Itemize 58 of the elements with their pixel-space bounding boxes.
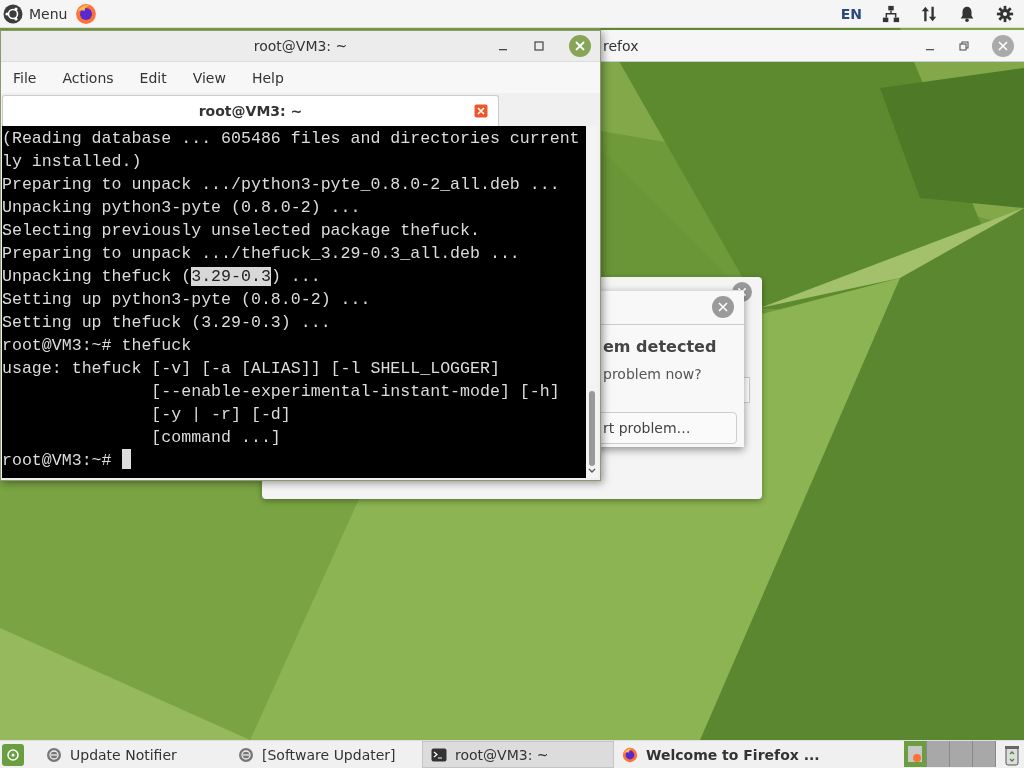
- dialog-heading: em detected: [603, 337, 717, 356]
- show-desktop-icon[interactable]: [2, 743, 24, 766]
- settings-gear-icon[interactable]: [996, 4, 1014, 23]
- terminal-line: root@VM3:~# thefuck: [2, 335, 193, 357]
- window-thumbnail-icon: [908, 744, 922, 764]
- trash-icon[interactable]: [1004, 743, 1020, 766]
- terminal-line: Setting up thefuck (3.29-0.3) ...: [2, 312, 332, 334]
- workspace-switcher[interactable]: [927, 741, 950, 767]
- terminal-tab[interactable]: root@VM3: ~: [2, 95, 499, 126]
- taskbar-item[interactable]: Welcome to Firefox ...: [614, 741, 830, 768]
- terminal-line: Selecting previously unselected package thefuck.: [2, 220, 481, 242]
- notification-bell-icon[interactable]: [958, 4, 976, 23]
- menu-item[interactable]: Edit: [139, 69, 167, 86]
- dialog-question: problem now?: [603, 366, 702, 382]
- scrollbar[interactable]: [586, 126, 598, 478]
- close-icon[interactable]: [992, 34, 1014, 57]
- menu-item[interactable]: View: [192, 69, 226, 86]
- terminal-line: root@VM3:~#: [2, 449, 586, 472]
- menu-button[interactable]: Menu: [3, 3, 68, 24]
- window-title: root@VM3: ~: [253, 38, 348, 54]
- keyboard-language[interactable]: EN: [840, 5, 862, 22]
- terminal-line: [command ...]: [150, 427, 282, 449]
- firefox-icon: [622, 746, 638, 763]
- updater-icon: [238, 746, 254, 763]
- firefox-launcher-icon[interactable]: [75, 2, 98, 25]
- terminal-line: Preparing to unpack .../python3-pyte_0.8.0-2_all.deb ...: [2, 174, 561, 196]
- close-icon[interactable]: [569, 35, 591, 57]
- terminal-line: Preparing to unpack .../thefuck_3.29-0.3_all.deb ...: [2, 243, 521, 265]
- workspace-switcher[interactable]: [950, 741, 973, 767]
- taskbar-item[interactable]: root@VM3: ~: [422, 741, 614, 768]
- menu-item[interactable]: Actions: [62, 69, 114, 86]
- maximize-icon[interactable]: [533, 40, 545, 52]
- workspace-switcher[interactable]: [973, 741, 996, 767]
- scrollbar-thumb[interactable]: [589, 391, 595, 466]
- terminal-line: (Reading database ... 605486 files and directories current: [2, 128, 581, 150]
- text-cursor: [121, 449, 131, 469]
- terminal-line: usage: thefuck [-v] [-a [ALIAS]] [-l SHELL_LOGGER]: [2, 358, 501, 380]
- taskbar-item[interactable]: Update Notifier: [38, 741, 230, 768]
- menu-item[interactable]: Help: [251, 69, 284, 86]
- terminal-line: ly installed.): [2, 151, 143, 173]
- transfer-arrows-icon[interactable]: [920, 4, 938, 23]
- terminal-line: [-y | -r] [-d]: [150, 404, 292, 426]
- taskbar-item[interactable]: [Software Updater]: [230, 741, 422, 768]
- workspace-switcher[interactable]: [904, 741, 927, 767]
- terminal-line: Setting up python3-pyte (0.8.0-2) ...: [2, 289, 372, 311]
- window-title: refox: [603, 37, 639, 54]
- network-icon[interactable]: [882, 4, 900, 23]
- terminal-line: [--enable-experimental-instant-mode] [-h]: [150, 381, 561, 403]
- close-tab-icon[interactable]: [474, 104, 488, 118]
- terminal-line: Unpacking python3-pyte (0.8.0-2) ...: [2, 197, 362, 219]
- terminal-line: Unpacking thefuck (3.29-0.3) ...: [2, 266, 322, 288]
- scroll-down-icon[interactable]: [587, 467, 597, 475]
- menu-item[interactable]: File: [13, 69, 37, 86]
- menu-logo-icon: [3, 3, 23, 24]
- updater-icon: [46, 746, 62, 763]
- terminal-icon: [431, 746, 447, 763]
- close-icon[interactable]: [712, 296, 734, 318]
- restore-icon[interactable]: [958, 39, 970, 52]
